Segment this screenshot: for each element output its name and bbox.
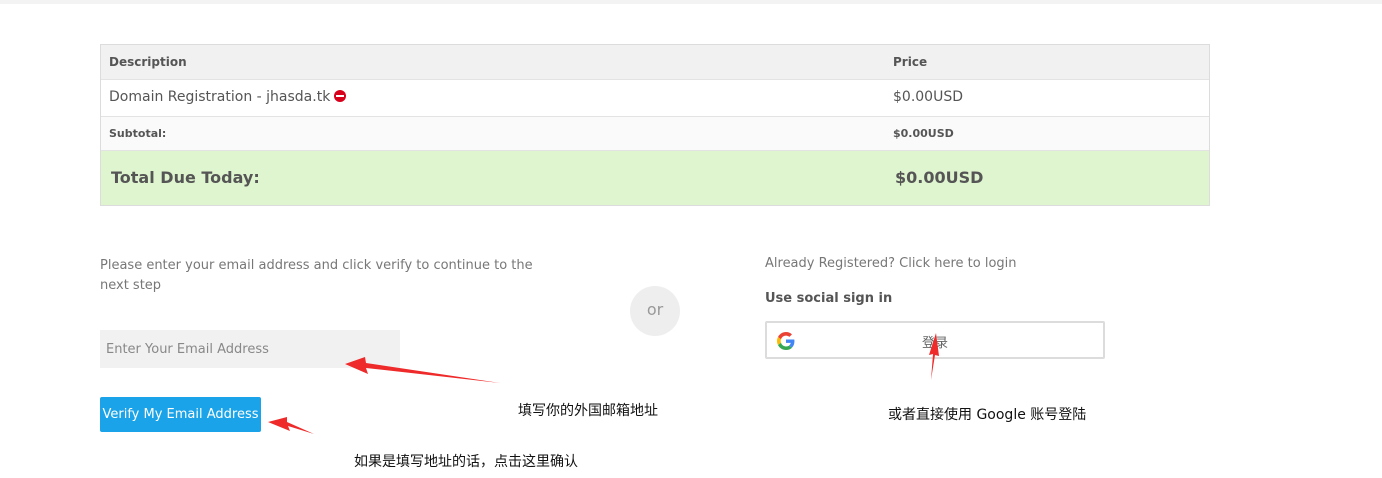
- total-due-row: Total Due Today: $0.00USD: [101, 151, 1209, 205]
- subtotal-row: Subtotal: $0.00USD: [101, 117, 1209, 151]
- verify-annotation: 如果是填写地址的话，点击这里确认: [354, 454, 578, 470]
- or-separator: or: [630, 286, 680, 336]
- google-annotation: 或者直接使用 Google 账号登陆: [888, 407, 1087, 423]
- table-row: Domain Registration - jhasda.tk $0.00USD: [101, 80, 1209, 117]
- social-sign-in-title: Use social sign in: [765, 291, 893, 306]
- total-due-value: $0.00USD: [895, 168, 984, 187]
- total-due-label: Total Due Today:: [111, 168, 260, 187]
- order-summary-table: Description Price Domain Registration - …: [100, 44, 1210, 206]
- table-header-row: Description Price: [101, 45, 1209, 80]
- item-description: Domain Registration - jhasda.tk: [109, 89, 347, 105]
- column-header-price: Price: [893, 55, 928, 69]
- google-sign-in-label: 登录: [921, 336, 948, 351]
- item-price: $0.00USD: [893, 89, 963, 105]
- email-input[interactable]: [100, 330, 400, 368]
- verify-email-button[interactable]: Verify My Email Address: [100, 397, 261, 432]
- google-sign-in-button[interactable]: 登录: [765, 321, 1105, 359]
- item-description-text: Domain Registration - jhasda.tk: [109, 89, 331, 105]
- email-instruction-text: Please enter your email address and clic…: [100, 258, 533, 293]
- subtotal-label: Subtotal:: [109, 127, 167, 140]
- arrow-to-verify-button: [268, 417, 314, 434]
- subtotal-value: $0.00USD: [893, 127, 954, 140]
- top-bar: [0, 0, 1382, 4]
- email-annotation: 填写你的外国邮箱地址: [518, 403, 658, 419]
- remove-icon[interactable]: [334, 90, 347, 102]
- login-link[interactable]: Already Registered? Click here to login: [765, 256, 1017, 271]
- column-header-description: Description: [109, 55, 187, 69]
